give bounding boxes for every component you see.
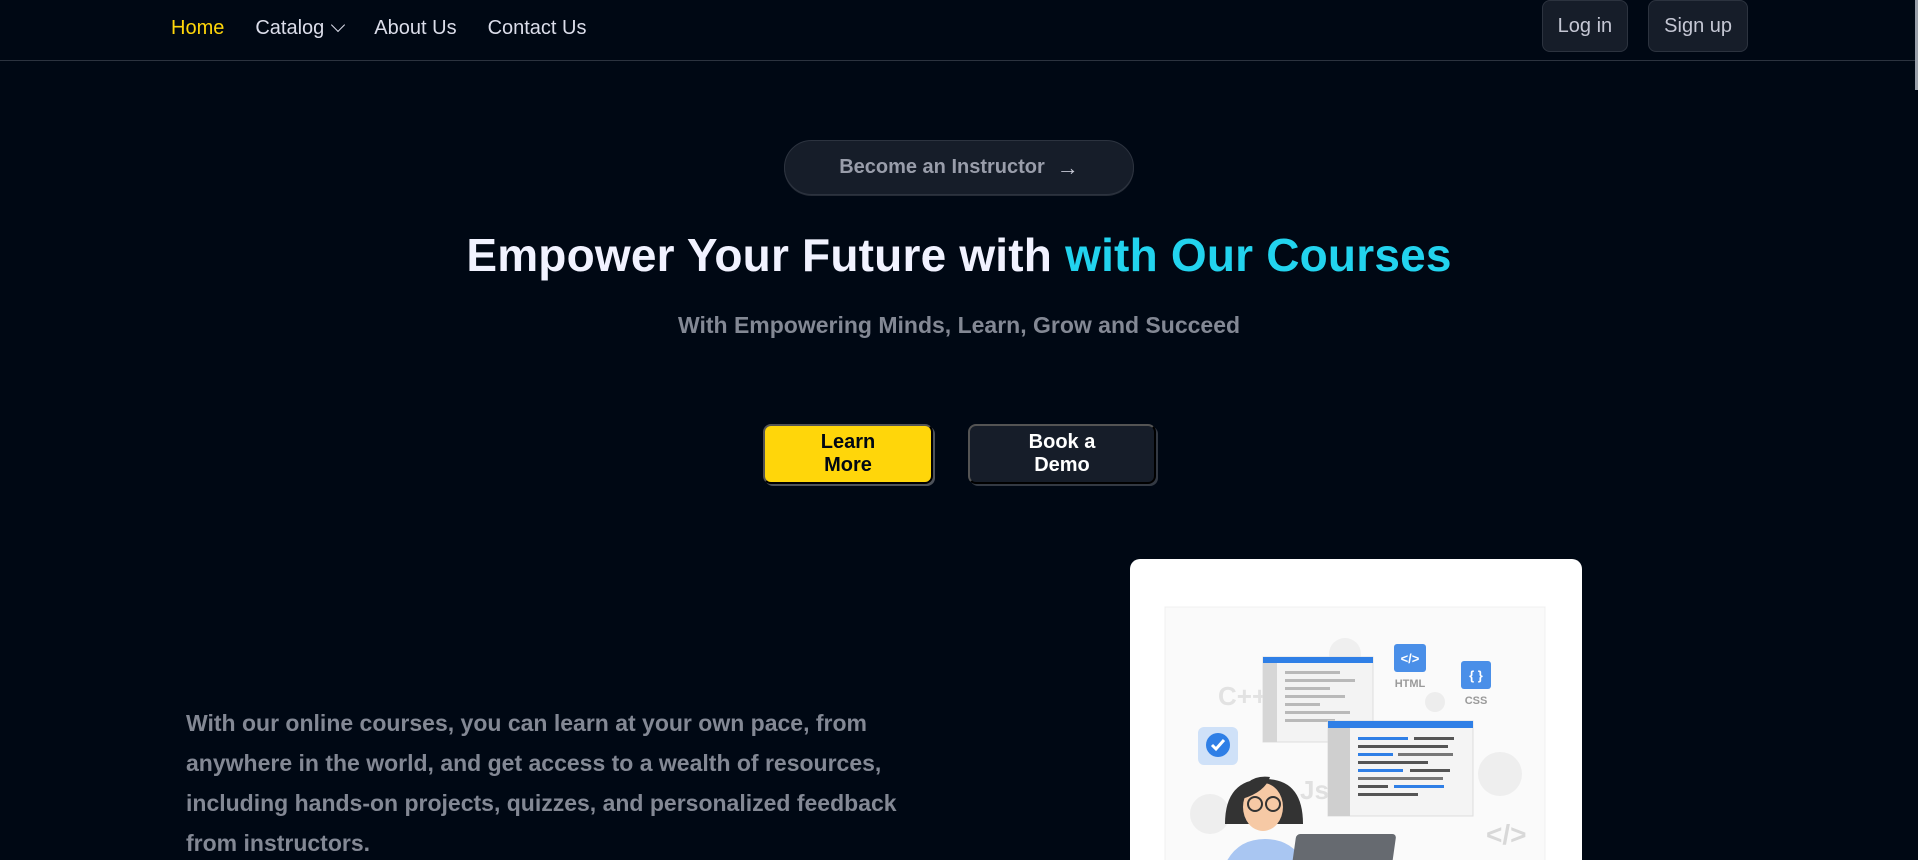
hero-title: Empower Your Future with with Our Course… bbox=[0, 228, 1918, 282]
become-instructor-label: Become an Instructor bbox=[839, 156, 1045, 178]
nav-link-catalog-label: Catalog bbox=[255, 16, 325, 39]
nav-link-contact[interactable]: Contact Us bbox=[488, 17, 587, 40]
coding-illustration-svg: C++ </> HTML { } CSS </> Js bbox=[1164, 606, 1546, 860]
gear-icon bbox=[1190, 794, 1230, 834]
code-window-front-gutter bbox=[1328, 728, 1350, 816]
nav-link-about[interactable]: About Us bbox=[374, 17, 456, 40]
login-button[interactable]: Log in bbox=[1541, 0, 1629, 52]
css-label: CSS bbox=[1465, 695, 1488, 707]
code-glyph-icon: </> bbox=[1486, 819, 1526, 850]
page: Home Catalog About Us Contact Us Log in … bbox=[0, 0, 1918, 860]
nav-link-catalog[interactable]: Catalog bbox=[255, 16, 346, 40]
become-instructor-button[interactable]: Become an Instructor → bbox=[784, 140, 1134, 195]
learn-more-button[interactable]: Learn More bbox=[763, 424, 933, 484]
arrow-right-icon: → bbox=[1056, 154, 1079, 180]
html-label: HTML bbox=[1395, 678, 1426, 690]
cpp-label: C++ bbox=[1218, 681, 1267, 711]
hero-subtitle: With Empowering Minds, Learn, Grow and S… bbox=[677, 312, 1241, 338]
code-window-front-bar bbox=[1328, 721, 1473, 728]
book-demo-button[interactable]: Book a Demo bbox=[968, 424, 1156, 484]
css-glyph-icon: { } bbox=[1469, 668, 1483, 683]
laptop-icon bbox=[1289, 834, 1396, 860]
js-label: Js bbox=[1300, 775, 1329, 805]
hero-title-accent: with Our Courses bbox=[1065, 229, 1452, 281]
navbar: Home Catalog About Us Contact Us Log in … bbox=[0, 0, 1918, 61]
code-window-back-bar bbox=[1263, 657, 1373, 663]
hero-title-main: Empower Your Future with bbox=[466, 229, 1066, 281]
course-description: With our online courses, you can learn a… bbox=[186, 710, 897, 856]
auth-buttons: Log in Sign up bbox=[1541, 0, 1748, 52]
coding-illustration: C++ </> HTML { } CSS </> Js bbox=[1130, 559, 1582, 860]
chevron-down-icon bbox=[331, 17, 346, 33]
html-glyph-icon: </> bbox=[1401, 651, 1420, 666]
code-window-back-gutter bbox=[1263, 663, 1277, 742]
signup-button[interactable]: Sign up bbox=[1648, 0, 1748, 52]
nav-link-home[interactable]: Home bbox=[171, 17, 224, 40]
gear-icon bbox=[1478, 752, 1522, 796]
gear-icon bbox=[1425, 692, 1445, 712]
nav-links: Home Catalog About Us Contact Us bbox=[171, 13, 618, 43]
cta-row: Learn More Book a Demo bbox=[763, 424, 1156, 484]
